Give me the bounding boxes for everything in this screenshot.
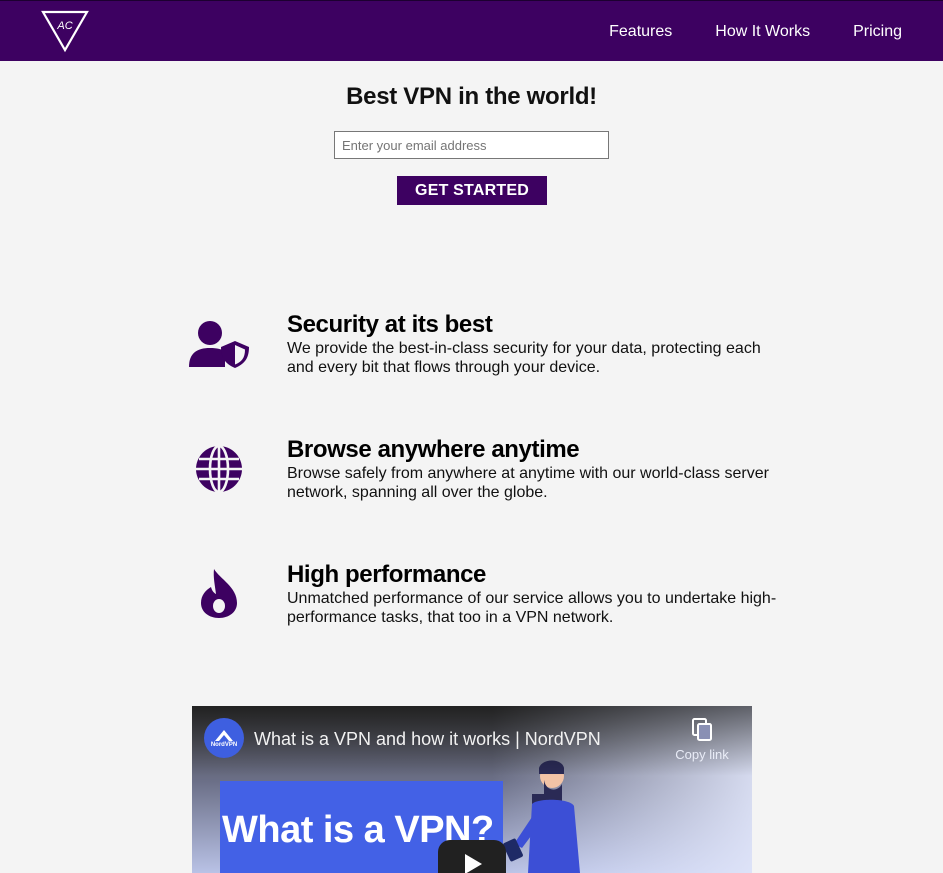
- logo-icon[interactable]: AC: [40, 9, 90, 53]
- svg-text:AC: AC: [56, 20, 72, 32]
- channel-name: NordVPN: [210, 741, 238, 748]
- feature-security: Security at its best We provide the best…: [187, 311, 787, 391]
- hero-title: Best VPN in the world!: [346, 83, 597, 110]
- feature-description: Browse safely from anywhere at anytime w…: [287, 465, 769, 501]
- copy-link-label: Copy link: [675, 747, 729, 762]
- copy-icon: [692, 718, 712, 741]
- get-started-button[interactable]: GET STARTED: [397, 176, 547, 205]
- globe-icon: [187, 436, 251, 500]
- feature-title: Security at its best: [287, 311, 493, 338]
- play-button[interactable]: [438, 840, 506, 873]
- nav-how-it-works-link[interactable]: How It Works: [715, 22, 810, 42]
- nav-pricing-link[interactable]: Pricing: [853, 22, 902, 42]
- video-title[interactable]: What is a VPN and how it works | NordVPN: [254, 728, 601, 750]
- feature-title: High performance: [287, 561, 486, 588]
- nav-features-link[interactable]: Features: [609, 22, 672, 42]
- feature-browse: Browse anywhere anytime Browse safely fr…: [187, 436, 787, 516]
- main-nav: Features How It Works Pricing: [609, 22, 902, 42]
- feature-performance: High performance Unmatched performance o…: [187, 561, 787, 641]
- feature-title: Browse anywhere anytime: [287, 436, 580, 463]
- channel-avatar[interactable]: NordVPN: [204, 718, 244, 758]
- email-input[interactable]: [334, 131, 609, 159]
- nordvpn-mountain-icon: [215, 729, 233, 741]
- fire-icon: [187, 561, 251, 625]
- video-player[interactable]: What is a VPN? NordVPN What is a VPN and…: [192, 706, 752, 873]
- feature-description: Unmatched performance of our service all…: [287, 590, 777, 626]
- copy-link-button[interactable]: Copy link: [672, 718, 732, 764]
- user-shield-icon: [187, 311, 251, 375]
- site-header: AC Features How It Works Pricing: [0, 0, 943, 61]
- feature-description: We provide the best-in-class security fo…: [287, 340, 761, 376]
